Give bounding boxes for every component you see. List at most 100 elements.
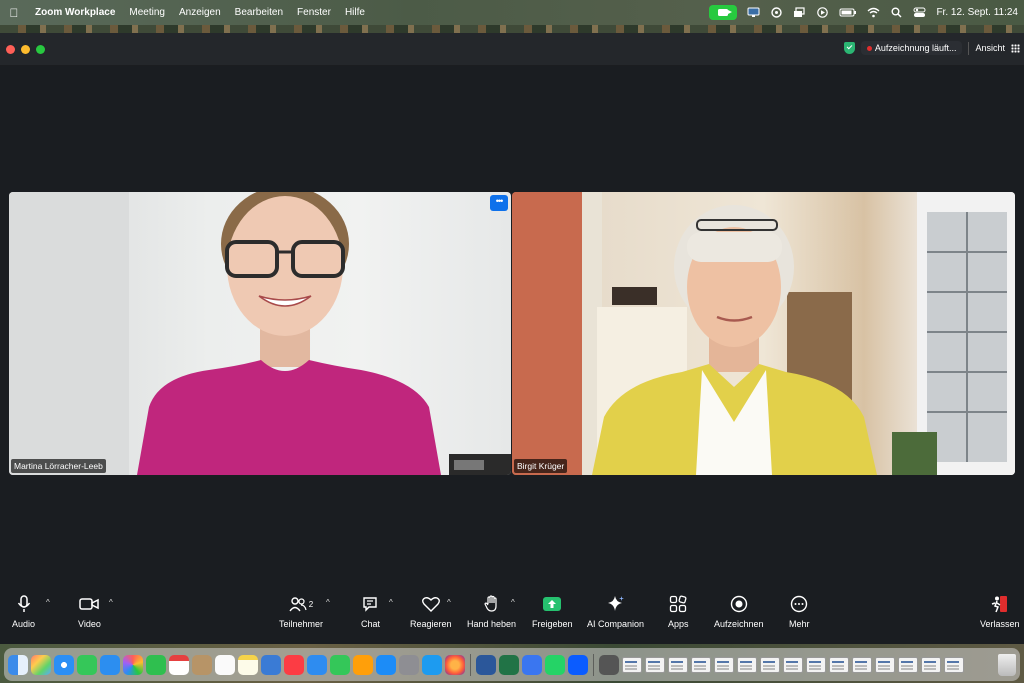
- minimized-window-thumbnail[interactable]: [898, 656, 918, 673]
- launchpad-app-icon[interactable]: [31, 654, 51, 675]
- heart-icon: [421, 597, 440, 612]
- menubar-clock[interactable]: Fr. 12. Sept. 11:24: [936, 7, 1018, 18]
- audio-button[interactable]: Audio: [12, 591, 35, 629]
- minimized-window-thumbnail[interactable]: [944, 656, 964, 673]
- participants-options-chevron-icon[interactable]: ^: [326, 598, 330, 607]
- react-options-chevron-icon[interactable]: ^: [447, 598, 451, 607]
- display-icon[interactable]: [747, 7, 760, 18]
- menu-anzeigen[interactable]: Anzeigen: [172, 7, 228, 18]
- minimized-window-thumbnail[interactable]: [806, 656, 826, 673]
- contacts-app-icon[interactable]: [192, 654, 212, 675]
- minimized-window-thumbnail[interactable]: [783, 656, 803, 673]
- encryption-shield-icon[interactable]: [843, 42, 855, 54]
- keynote-app-icon[interactable]: [307, 654, 327, 675]
- chat-button[interactable]: Chat: [361, 591, 380, 629]
- gallery-grid-icon[interactable]: [1011, 43, 1020, 53]
- video-label: Video: [78, 619, 101, 629]
- numbers-app-icon[interactable]: [330, 654, 350, 675]
- messages-app-icon[interactable]: [77, 654, 97, 675]
- facetime-app-icon[interactable]: [146, 654, 166, 675]
- react-label: Reagieren: [410, 619, 452, 629]
- reminders-app-icon[interactable]: [215, 654, 235, 675]
- record-button[interactable]: Aufzeichnen: [714, 591, 764, 629]
- fullscreen-window-button[interactable]: [36, 45, 45, 54]
- menu-meeting[interactable]: Meeting: [122, 7, 172, 18]
- preview-app-icon[interactable]: [599, 654, 619, 675]
- minimized-window-thumbnail[interactable]: [875, 656, 895, 673]
- zoom-app-icon[interactable]: [568, 654, 588, 675]
- audio-options-chevron-icon[interactable]: ^: [46, 598, 50, 607]
- menu-hilfe[interactable]: Hilfe: [338, 7, 372, 18]
- minimized-window-thumbnail[interactable]: [760, 656, 780, 673]
- leave-door-icon: [991, 596, 1007, 613]
- vpn-icon[interactable]: [770, 7, 783, 18]
- minimized-window-thumbnail[interactable]: [829, 656, 849, 673]
- battery-icon[interactable]: [839, 7, 857, 18]
- participant-name-label: Birgit Krüger: [514, 459, 568, 473]
- participants-button[interactable]: 2 Teilnehmer: [279, 591, 323, 629]
- music-app-icon[interactable]: [284, 654, 304, 675]
- apps-button[interactable]: Apps: [668, 591, 689, 629]
- photos-app-icon[interactable]: [123, 654, 143, 675]
- share-screen-button[interactable]: Freigeben: [532, 591, 573, 629]
- participant-name-label: Martina Lörracher-Leeb: [11, 459, 106, 473]
- zoom-video-icon[interactable]: [709, 5, 738, 20]
- video-options-chevron-icon[interactable]: ^: [109, 598, 113, 607]
- whatsapp-app-icon[interactable]: [545, 654, 565, 675]
- finder-app-icon[interactable]: [8, 654, 28, 675]
- calendar-app-icon[interactable]: [169, 654, 189, 675]
- play-icon[interactable]: [816, 7, 829, 18]
- video-button[interactable]: Video: [78, 591, 101, 629]
- firefox-app-icon[interactable]: [445, 654, 465, 675]
- word-app-icon[interactable]: [476, 654, 496, 675]
- screen-mirror-icon[interactable]: [793, 7, 806, 18]
- minimized-window-thumbnail[interactable]: [852, 656, 872, 673]
- notes-app-icon[interactable]: [238, 654, 258, 675]
- video-camera-icon: [79, 598, 100, 610]
- search-icon[interactable]: [890, 7, 903, 18]
- participants-icon: [289, 597, 307, 612]
- leave-meeting-button[interactable]: Verlassen: [980, 591, 1020, 629]
- close-window-button[interactable]: [6, 45, 15, 54]
- view-button[interactable]: Ansicht: [975, 43, 1005, 53]
- control-center-icon[interactable]: [913, 7, 926, 18]
- app-menu[interactable]: Zoom Workplace: [28, 7, 122, 18]
- signal-app-icon[interactable]: [522, 654, 542, 675]
- app-store-app-icon[interactable]: [376, 654, 396, 675]
- chrome-app-icon[interactable]: [422, 654, 442, 675]
- wifi-icon[interactable]: [867, 7, 880, 18]
- menu-bearbeiten[interactable]: Bearbeiten: [228, 7, 290, 18]
- system-settings-app-icon[interactable]: [399, 654, 419, 675]
- more-button[interactable]: Mehr: [789, 591, 810, 629]
- minimized-window-thumbnail[interactable]: [737, 656, 757, 673]
- more-options-icon: [791, 595, 808, 613]
- minimized-window-thumbnail[interactable]: [714, 656, 734, 673]
- apple-menu-icon[interactable]: : [0, 6, 28, 20]
- excel-app-icon[interactable]: [499, 654, 519, 675]
- menu-fenster[interactable]: Fenster: [290, 7, 338, 18]
- minimized-window-thumbnail[interactable]: [921, 656, 941, 673]
- tile-more-options-button[interactable]: •••: [490, 195, 508, 211]
- trash-icon[interactable]: [998, 653, 1016, 676]
- minimized-window-thumbnail[interactable]: [691, 656, 711, 673]
- share-screen-label: Freigeben: [532, 619, 573, 629]
- raise-hand-options-chevron-icon[interactable]: ^: [511, 598, 515, 607]
- chat-bubble-icon: [362, 597, 377, 612]
- chat-options-chevron-icon[interactable]: ^: [389, 598, 393, 607]
- minimized-window-thumbnail[interactable]: [622, 656, 642, 673]
- mail-app-icon[interactable]: [100, 654, 120, 675]
- minimize-window-button[interactable]: [21, 45, 30, 54]
- safari-app-icon[interactable]: [54, 654, 74, 675]
- freeform-app-icon[interactable]: [261, 654, 281, 675]
- pages-app-icon[interactable]: [353, 654, 373, 675]
- participant-video-tile[interactable]: Birgit Krüger: [512, 192, 1015, 475]
- participant-video-tile[interactable]: ••• Martina Lörracher-Leeb: [9, 192, 511, 475]
- ai-companion-button[interactable]: AI Companion: [587, 591, 644, 629]
- window-controls: [6, 45, 45, 54]
- minimized-window-thumbnail[interactable]: [645, 656, 665, 673]
- react-button[interactable]: Reagieren: [410, 591, 452, 629]
- recording-indicator[interactable]: Aufzeichnung läuft...: [860, 41, 963, 55]
- minimized-window-thumbnail[interactable]: [668, 656, 688, 673]
- raise-hand-button[interactable]: Hand heben: [467, 591, 516, 629]
- participants-label: Teilnehmer: [279, 619, 324, 629]
